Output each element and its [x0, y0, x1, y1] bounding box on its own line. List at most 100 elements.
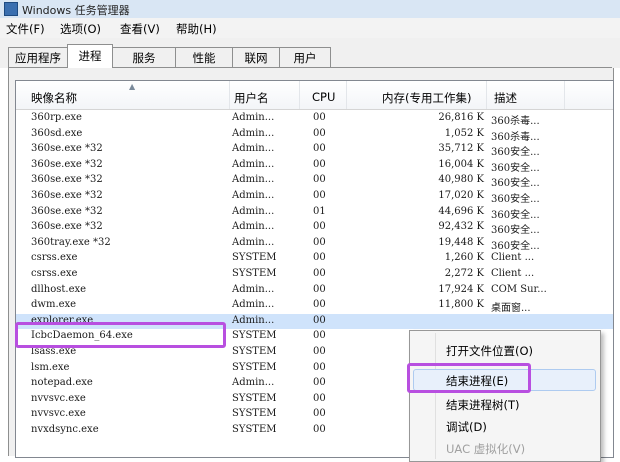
- process-memory-cell: 11,800 K: [438, 299, 484, 311]
- process-memory-cell: 2,272 K: [444, 268, 484, 279]
- ctx-open-file-location[interactable]: 打开文件位置(O): [446, 343, 533, 359]
- process-cpu-cell: 00: [313, 330, 326, 342]
- process-cpu-cell: 00: [313, 346, 326, 357]
- menu-bar: 文件(F) 选项(O) 查看(V) 帮助(H): [0, 18, 620, 38]
- end-process-highlight: [407, 363, 531, 393]
- process-cpu-cell: 00: [313, 236, 326, 248]
- table-row[interactable]: 360rp.exe Admin... 00 26,816 K 360杀毒...: [16, 111, 613, 127]
- process-cpu-cell: 00: [313, 424, 326, 435]
- table-row[interactable]: 360se.exe *32 Admin... 00 17,020 K 360安全...: [16, 189, 613, 205]
- process-memory-cell: 17,924 K: [438, 283, 484, 295]
- column-memory[interactable]: 内存(专用工作集): [382, 90, 471, 106]
- tab-applications[interactable]: 应用程序: [8, 47, 68, 67]
- tab-networking[interactable]: 联网: [232, 47, 280, 67]
- table-row[interactable]: 360sd.exe Admin... 00 1,052 K 360杀毒...: [16, 127, 613, 143]
- context-menu: 打开文件位置(O) 结束进程(E) 结束进程树(T) 调试(D) UAC 虚拟化…: [409, 330, 601, 462]
- process-description-cell: 360安全...: [491, 225, 540, 237]
- process-memory-cell: 1,260 K: [444, 252, 484, 264]
- column-header-row: 映像名称 ▲ 用户名 CPU 内存(专用工作集) 描述: [16, 81, 613, 110]
- process-user-cell: SYSTEM: [232, 330, 277, 342]
- process-cpu-cell: 00: [313, 268, 326, 279]
- window-title: Windows 任务管理器: [22, 4, 130, 17]
- process-name-cell: nvxdsync.exe: [31, 424, 99, 435]
- process-cpu-cell: 00: [313, 377, 326, 389]
- process-user-cell: SYSTEM: [232, 392, 277, 404]
- ctx-debug[interactable]: 调试(D): [446, 419, 487, 435]
- process-description-cell: 360安全...: [491, 178, 540, 190]
- column-divider[interactable]: [229, 81, 230, 109]
- process-name-cell: nvvsvc.exe: [31, 408, 86, 420]
- process-cpu-cell: 00: [313, 143, 326, 155]
- process-description-cell: 360安全...: [491, 209, 540, 221]
- process-description-cell: 360杀毒...: [491, 131, 540, 143]
- process-memory-cell: 44,696 K: [438, 205, 484, 217]
- table-row[interactable]: 360se.exe *32 Admin... 01 44,696 K 360安全...: [16, 205, 613, 221]
- process-memory-cell: 35,712 K: [438, 143, 484, 155]
- process-memory-cell: 16,004 K: [438, 158, 484, 170]
- explorer-row-highlight: [15, 322, 226, 348]
- process-user-cell: SYSTEM: [232, 268, 277, 279]
- column-divider[interactable]: [564, 81, 565, 109]
- ctx-end-process-tree[interactable]: 结束进程树(T): [446, 397, 520, 413]
- process-name-cell: csrss.exe: [31, 268, 78, 279]
- process-cpu-cell: 00: [313, 314, 326, 326]
- tab-users[interactable]: 用户: [279, 47, 331, 67]
- process-description-cell: 360安全...: [491, 147, 540, 159]
- tab-performance[interactable]: 性能: [175, 47, 233, 67]
- table-row[interactable]: 360se.exe *32 Admin... 00 35,712 K 360安全...: [16, 142, 613, 158]
- process-user-cell: Admin...: [232, 143, 275, 155]
- process-name-cell: dwm.exe: [31, 299, 77, 311]
- process-cpu-cell: 00: [313, 252, 326, 264]
- column-image-name[interactable]: 映像名称: [31, 90, 77, 106]
- process-cpu-cell: 00: [313, 408, 326, 420]
- table-row[interactable]: 360se.exe *32 Admin... 00 40,980 K 360安全...: [16, 173, 613, 189]
- process-user-cell: SYSTEM: [232, 346, 277, 357]
- menu-gutter: [435, 333, 436, 459]
- table-row[interactable]: 360tray.exe *32 Admin... 00 19,448 K 360安全..…: [16, 236, 613, 252]
- process-description-cell: 360安全...: [491, 240, 540, 252]
- process-user-cell: Admin...: [232, 221, 275, 233]
- menu-view[interactable]: 查看(V): [120, 21, 160, 37]
- process-name-cell: 360sd.exe: [31, 127, 83, 139]
- process-user-cell: SYSTEM: [232, 408, 277, 420]
- process-memory-cell: 19,448 K: [438, 236, 484, 248]
- process-name-cell: 360se.exe *32: [31, 158, 103, 170]
- title-bar: Windows 任务管理器: [0, 0, 620, 19]
- menu-help[interactable]: 帮助(H): [176, 21, 217, 37]
- column-divider[interactable]: [486, 81, 487, 109]
- process-user-cell: Admin...: [232, 190, 275, 201]
- process-description-cell: COM Sur...: [491, 283, 547, 295]
- tab-processes[interactable]: 进程: [67, 44, 113, 68]
- table-row[interactable]: 360se.exe *32 Admin... 00 92,432 K 360安全...: [16, 220, 613, 236]
- process-description-cell: Client ...: [491, 252, 535, 264]
- process-name-cell: notepad.exe: [31, 377, 93, 389]
- menu-file[interactable]: 文件(F): [6, 21, 45, 37]
- process-name-cell: dllhost.exe: [31, 283, 87, 295]
- process-user-cell: Admin...: [232, 127, 275, 139]
- process-description-cell: Client ...: [491, 268, 535, 279]
- process-memory-cell: 17,020 K: [438, 190, 484, 201]
- table-row[interactable]: dwm.exe Admin... 00 11,800 K 桌面窗...: [16, 298, 613, 314]
- process-name-cell: 360tray.exe *32: [31, 236, 111, 248]
- table-row[interactable]: dllhost.exe Admin... 00 17,924 K COM Sur...: [16, 283, 613, 299]
- process-user-cell: SYSTEM: [232, 361, 277, 373]
- process-user-cell: SYSTEM: [232, 424, 277, 435]
- table-row[interactable]: csrss.exe SYSTEM 00 2,272 K Client ...: [16, 267, 613, 283]
- process-cpu-cell: 00: [313, 361, 326, 373]
- process-user-cell: Admin...: [232, 236, 275, 248]
- tab-services[interactable]: 服务: [112, 47, 176, 67]
- process-cpu-cell: 00: [313, 221, 326, 233]
- column-cpu[interactable]: CPU: [312, 90, 335, 104]
- menu-options[interactable]: 选项(O): [60, 21, 101, 37]
- task-manager-app-icon: [4, 2, 18, 16]
- table-row[interactable]: 360se.exe *32 Admin... 00 16,004 K 360安全...: [16, 158, 613, 174]
- column-divider[interactable]: [346, 81, 347, 109]
- column-user-name[interactable]: 用户名: [234, 90, 269, 106]
- column-divider[interactable]: [299, 81, 300, 109]
- process-description-cell: 360安全...: [491, 194, 540, 205]
- table-row[interactable]: csrss.exe SYSTEM 00 1,260 K Client ...: [16, 251, 613, 267]
- process-user-cell: Admin...: [232, 314, 275, 326]
- column-description[interactable]: 描述: [494, 90, 517, 106]
- process-user-cell: Admin...: [232, 377, 275, 389]
- process-user-cell: SYSTEM: [232, 252, 277, 264]
